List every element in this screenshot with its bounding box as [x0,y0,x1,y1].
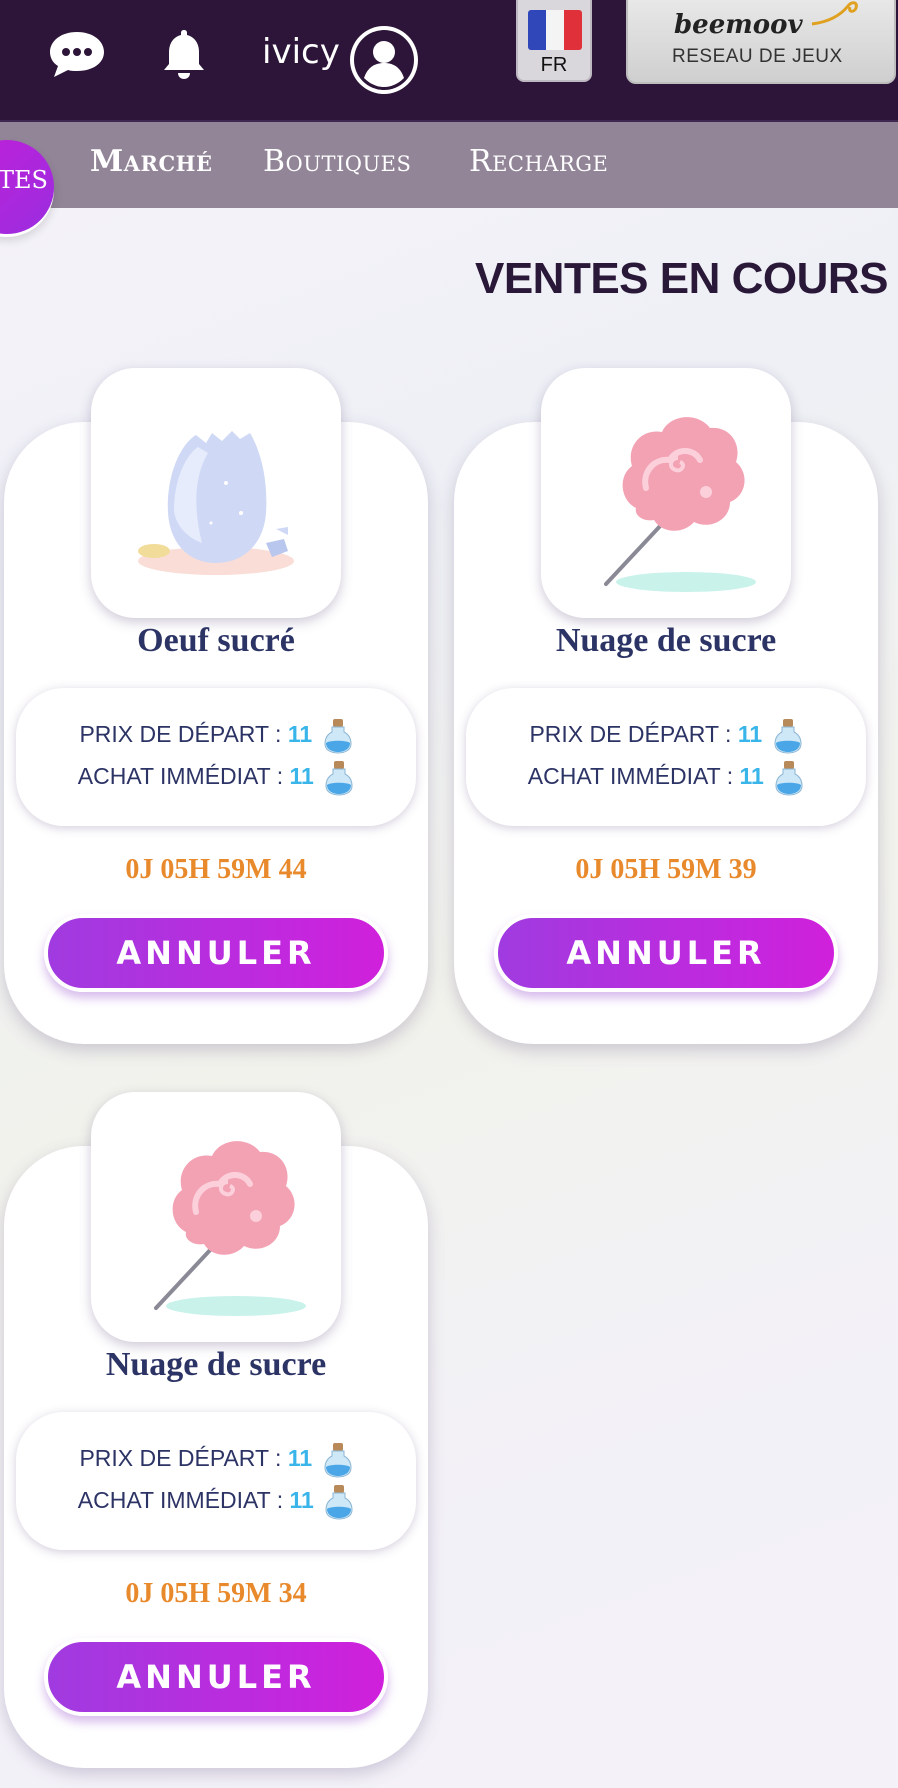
starting-price-value: 11 [287,1445,313,1472]
avatar[interactable] [350,26,418,94]
nav-item-marche[interactable]: Marché [90,144,213,179]
buyout-price-label: ACHAT IMMÉDIAT : [77,763,290,790]
starting-price-label: PRIX DE DÉPART : [529,721,738,748]
starting-price-value: 11 [737,721,763,748]
logo-swirl-icon [811,1,858,26]
potion-icon [324,1443,352,1478]
item-image [91,1092,341,1342]
cotton-candy-icon [604,417,756,592]
price-box: PRIX DE DÉPART : 11 ACHAT IMMÉDIAT : 11 [466,688,866,826]
logo-tagline: RESEAU DE JEUX [672,46,843,67]
starting-price-row: PRIX DE DÉPART : 11 [16,718,416,754]
nav-item-boutiques[interactable]: Boutiques [263,144,411,179]
starting-price-row: PRIX DE DÉPART : 11 [466,718,866,754]
buyout-price-row: ACHAT IMMÉDIAT : 11 [16,1484,416,1520]
potion-icon [325,1485,353,1520]
nav-item-active-label: TES [0,166,48,194]
buyout-price-value: 11 [739,763,764,790]
starting-price-label: PRIX DE DÉPART : [79,721,288,748]
price-box: PRIX DE DÉPART : 11 ACHAT IMMÉDIAT : 11 [16,688,416,826]
buyout-price-value: 11 [289,1487,314,1514]
potion-icon [775,761,803,796]
item-name: Oeuf sucré [137,622,295,659]
bell-icon[interactable] [160,26,208,82]
item-name: Nuage de sucre [555,622,777,659]
potion-icon [774,719,802,754]
starting-price-value: 11 [287,721,313,748]
buyout-price-row: ACHAT IMMÉDIAT : 11 [16,760,416,796]
sugar-egg-icon [138,431,294,575]
item-name: Nuage de sucre [105,1346,327,1383]
sale-card: Oeuf sucré PRIX DE DÉPART : 11 ACHAT IMM… [4,368,428,1044]
sale-card: Nuage de sucre PRIX DE DÉPART : 11 ACHAT… [454,368,878,1044]
buyout-price-label: ACHAT IMMÉDIAT : [77,1487,290,1514]
language-code: FR [540,54,568,76]
cancel-button[interactable]: ANNULER [44,1638,388,1716]
cancel-button[interactable]: ANNULER [494,914,838,992]
top-bar: ivicy FR beemoov RESEAU DE JEUX [0,0,898,122]
logo-brand: beemoov [674,10,803,40]
language-selector[interactable]: FR [516,0,592,82]
item-image [91,368,341,618]
countdown-timer: 0J 05H 59M 44 [125,854,307,885]
starting-price-label: PRIX DE DÉPART : [79,1445,288,1472]
countdown-timer: 0J 05H 59M 39 [575,854,757,885]
page-title: VENTES EN COURS [474,254,889,303]
potion-icon [325,761,353,796]
starting-price-row: PRIX DE DÉPART : 11 [16,1442,416,1478]
buyout-price-value: 11 [289,763,314,790]
item-image [541,368,791,618]
cotton-candy-icon [154,1141,306,1316]
buyout-price-row: ACHAT IMMÉDIAT : 11 [466,760,866,796]
countdown-timer: 0J 05H 59M 34 [125,1578,307,1609]
main-nav: TES Marché Boutiques Recharge [0,122,898,234]
buyout-price-label: ACHAT IMMÉDIAT : [527,763,740,790]
france-flag-icon [528,10,582,50]
sale-card: Nuage de sucre PRIX DE DÉPART : 11 ACHAT… [4,1092,428,1768]
nav-item-recharge[interactable]: Recharge [469,144,608,179]
price-box: PRIX DE DÉPART : 11 ACHAT IMMÉDIAT : 11 [16,1412,416,1550]
username[interactable]: ivicy [262,32,340,72]
cancel-button[interactable]: ANNULER [44,914,388,992]
potion-icon [324,719,352,754]
chat-icon[interactable] [46,28,108,80]
beemoov-logo[interactable]: beemoov RESEAU DE JEUX [626,0,896,84]
nav-item-active[interactable]: TES [0,140,54,234]
